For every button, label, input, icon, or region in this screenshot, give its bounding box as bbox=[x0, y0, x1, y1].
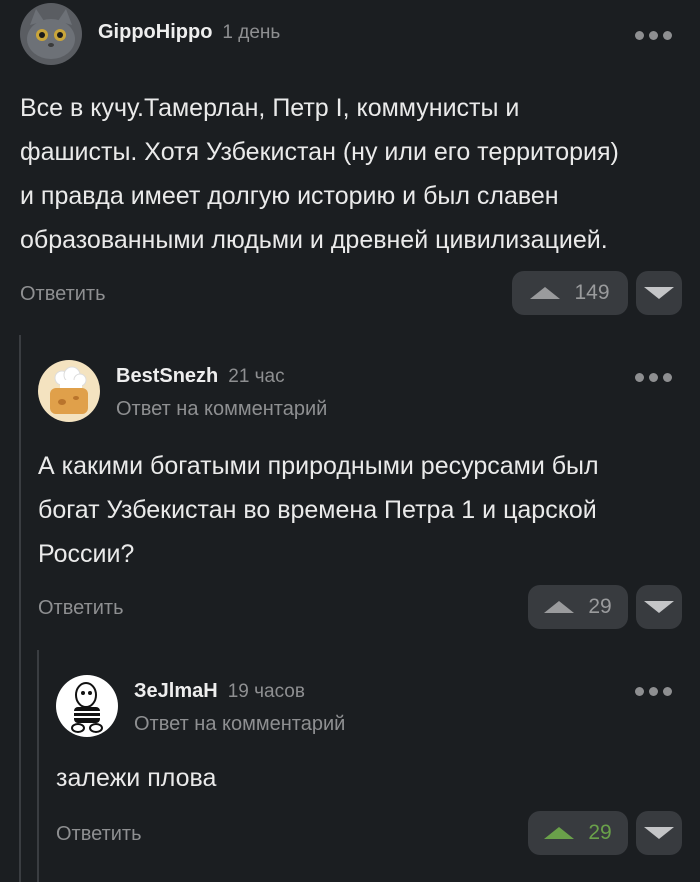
comments-thread: GippoHippo 1 день Все в кучу.Тамерлан, П… bbox=[0, 0, 700, 882]
more-options-icon[interactable] bbox=[635, 687, 672, 696]
score: 29 bbox=[588, 595, 612, 618]
more-options-icon[interactable] bbox=[635, 31, 672, 40]
reply-to-link[interactable]: Ответ на комментарий bbox=[116, 398, 327, 421]
cartoon-avatar-icon[interactable] bbox=[56, 675, 118, 737]
author-name[interactable]: GippoHippo bbox=[98, 21, 212, 44]
comment-time: 21 час bbox=[228, 366, 285, 387]
comment-time: 19 часов bbox=[227, 681, 305, 702]
upvote-button[interactable]: 149 bbox=[512, 271, 628, 315]
downvote-button[interactable] bbox=[636, 271, 682, 315]
arrow-down-icon bbox=[644, 287, 674, 299]
comment-text: Все в кучу.Тамерлан, Петр I, коммунисты … bbox=[20, 94, 619, 254]
upvote-button[interactable]: 29 bbox=[528, 585, 628, 629]
comment-text: залежи плова bbox=[56, 764, 217, 792]
reply-button[interactable]: Ответить bbox=[56, 823, 142, 846]
arrow-up-icon bbox=[530, 287, 561, 299]
thread-line-level-1[interactable] bbox=[19, 335, 21, 882]
reply-to-link[interactable]: Ответ на комментарий bbox=[134, 713, 345, 736]
arrow-down-icon bbox=[644, 827, 674, 839]
author-name[interactable]: ЗеJlmaH bbox=[134, 680, 218, 703]
reply-button[interactable]: Ответить bbox=[20, 283, 106, 306]
comment-time: 1 день bbox=[222, 22, 281, 43]
downvote-button[interactable] bbox=[636, 811, 682, 855]
score: 29 bbox=[588, 821, 612, 844]
reply-button[interactable]: Ответить bbox=[38, 597, 124, 620]
thread-line-level-2[interactable] bbox=[37, 650, 39, 882]
more-options-icon[interactable] bbox=[635, 373, 672, 382]
downvote-button[interactable] bbox=[636, 585, 682, 629]
upvote-button[interactable]: 29 bbox=[528, 811, 628, 855]
arrow-up-icon bbox=[544, 601, 575, 613]
cat-avatar-icon[interactable] bbox=[20, 3, 82, 65]
arrow-up-icon bbox=[544, 827, 575, 839]
chef-avatar-icon[interactable] bbox=[38, 360, 100, 422]
author-name[interactable]: BestSnezh bbox=[116, 365, 218, 388]
score: 149 bbox=[574, 281, 610, 304]
arrow-down-icon bbox=[644, 601, 674, 613]
comment-text: А какими богатыми природными ресурсами б… bbox=[38, 452, 599, 568]
